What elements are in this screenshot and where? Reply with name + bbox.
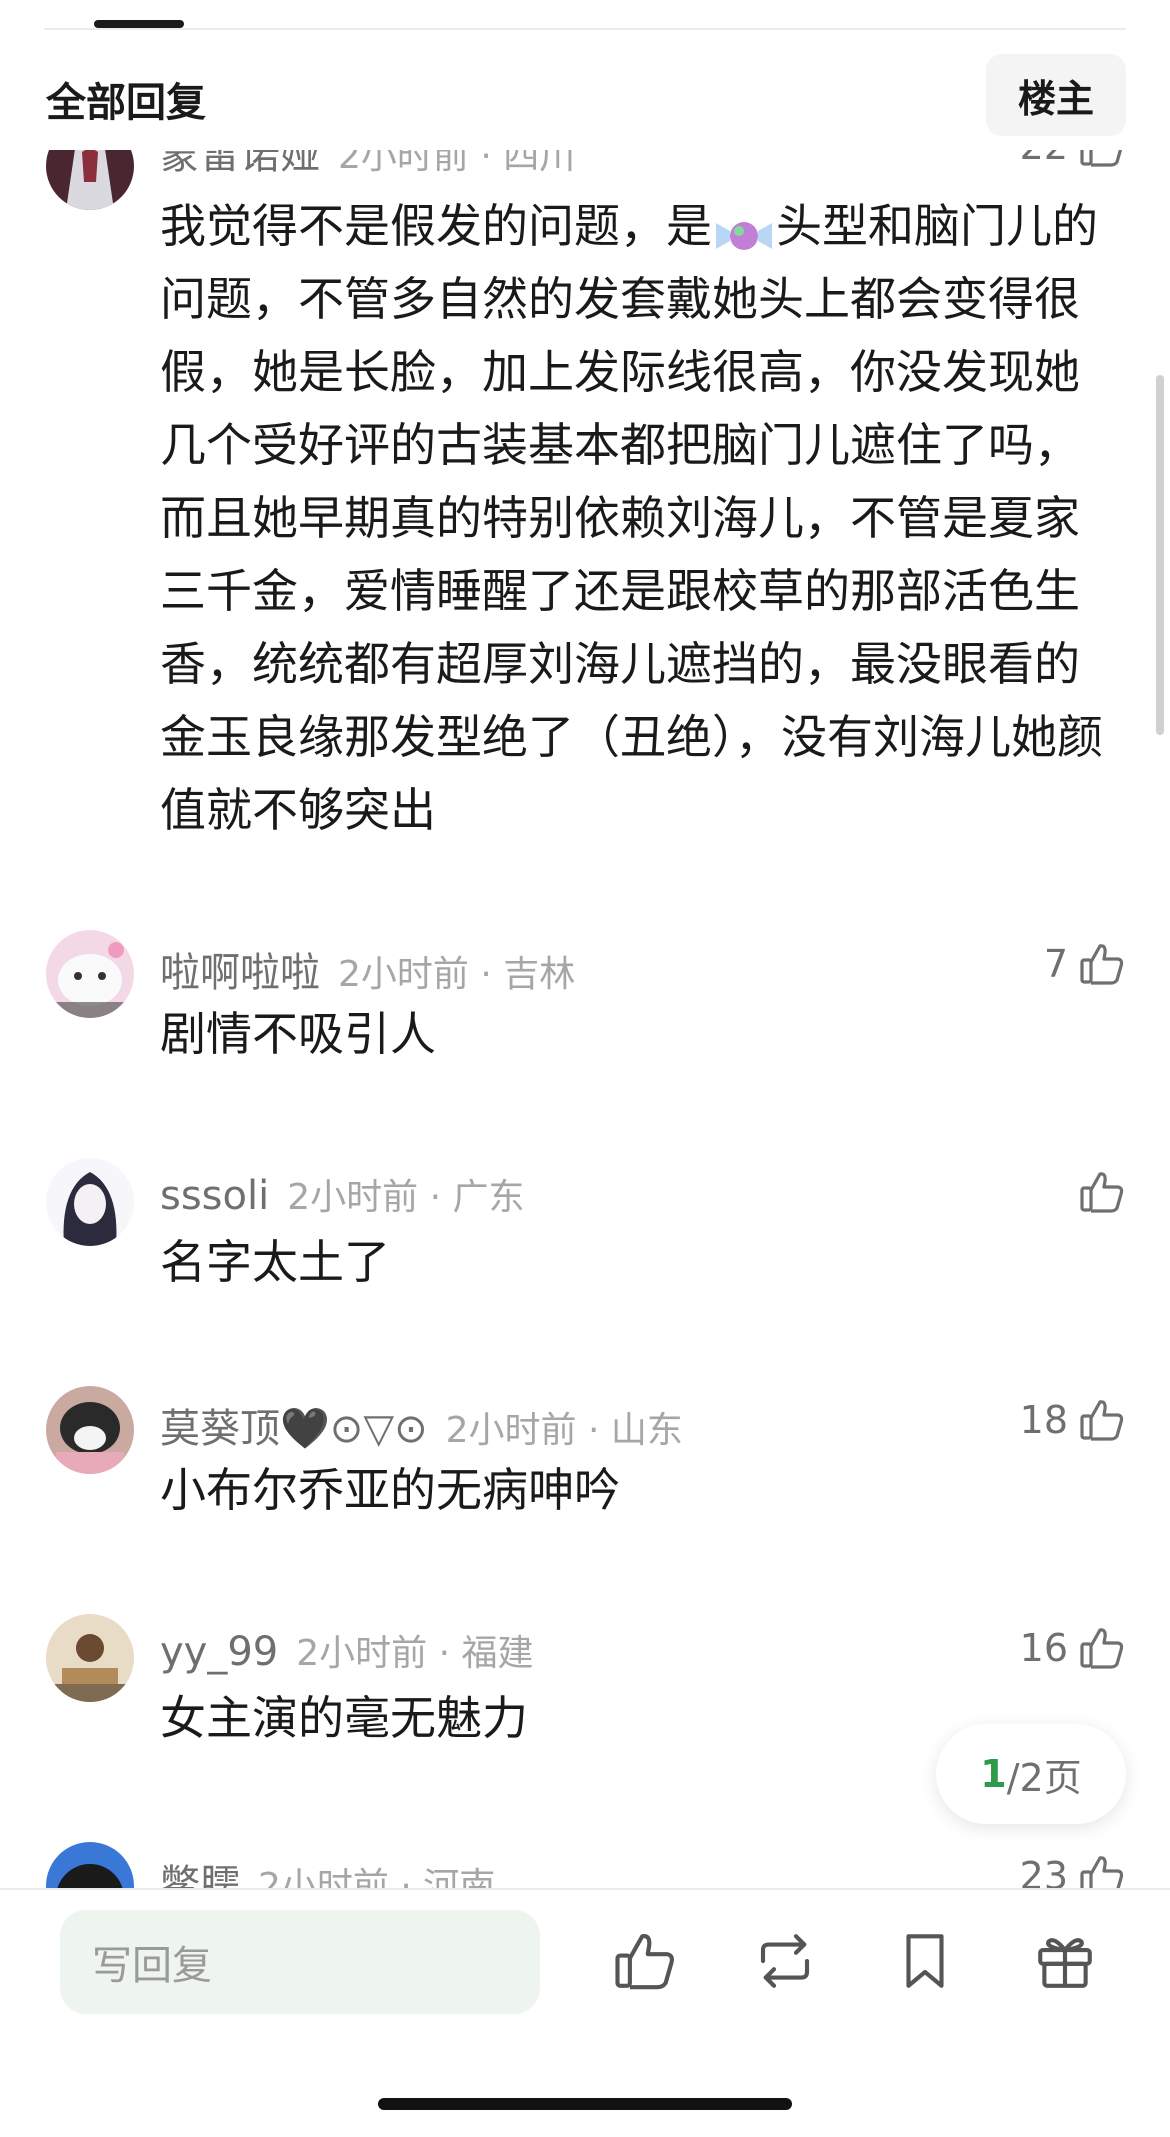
like-count: 23 — [1019, 1854, 1068, 1888]
scrollbar[interactable] — [1156, 375, 1164, 735]
comment-meta: 蒙雷诺娅 2小时前 · 四川 — [160, 150, 575, 178]
candy-icon — [714, 207, 774, 253]
gift-icon[interactable] — [1032, 1928, 1098, 1994]
thumbs-up-icon — [1080, 1172, 1124, 1213]
like-count: 16 — [1019, 1626, 1068, 1670]
reply-header: 全部回复 楼主 — [0, 40, 1170, 150]
current-page: 1 — [980, 1752, 1007, 1796]
username[interactable]: yy_99 — [160, 1629, 278, 1675]
comment-list[interactable]: 蒙雷诺娅 2小时前 · 四川 22 我觉得不是假发的问题，是 头型和脑门儿的问题… — [0, 150, 1170, 1888]
comment-time: 2小时前 · 山东 — [445, 1410, 683, 1451]
comment-text: 小布尔乔亚的无病呻吟 — [160, 1463, 620, 1517]
comment-text: 名字太土了 — [160, 1235, 390, 1289]
comment-meta: 莫葵顶🖤⊙▽⊙ 2小时前 · 山东 — [160, 1396, 683, 1452]
like-control[interactable] — [1068, 1162, 1126, 1222]
username[interactable]: 啦啊啦啦 — [160, 940, 320, 998]
username[interactable]: 蒙雷诺娅 — [160, 150, 320, 180]
like-control[interactable]: 18 — [1020, 1390, 1126, 1450]
like-control[interactable]: 23 — [1020, 1846, 1126, 1888]
like-count: 18 — [1019, 1398, 1068, 1442]
avatar[interactable] — [46, 150, 134, 210]
home-indicator — [378, 2098, 792, 2110]
like-count: 22 — [1020, 150, 1068, 168]
page-title: 全部回复 — [46, 80, 206, 126]
thumbs-up-icon — [1080, 150, 1123, 167]
thumbs-up-icon — [1080, 1856, 1124, 1888]
page-indicator-button[interactable]: 1/2页 — [936, 1724, 1126, 1824]
total-pages: /2页 — [1006, 1755, 1082, 1800]
comment-meta: yy_99 2小时前 · 福建 — [160, 1624, 534, 1675]
thumbs-up-icon[interactable] — [612, 1928, 678, 1994]
top-grabber — [94, 20, 184, 28]
username[interactable]: 莫葵顶🖤⊙▽⊙ — [160, 1396, 428, 1454]
comment-time: 2小时前 · 广东 — [287, 1177, 525, 1218]
avatar[interactable] — [46, 1158, 134, 1246]
avatar[interactable] — [46, 930, 134, 1018]
bookmark-icon[interactable] — [892, 1928, 958, 1994]
like-count: 7 — [1043, 942, 1068, 986]
op-only-button[interactable]: 楼主 — [986, 54, 1126, 136]
top-divider — [44, 28, 1126, 30]
comment-time: 2小时前 · 四川 — [338, 150, 576, 177]
like-control[interactable]: 16 — [1020, 1618, 1126, 1678]
like-control[interactable]: 7 — [1044, 934, 1126, 994]
thumbs-up-icon — [1080, 1400, 1124, 1441]
comment-time: 2小时前 · 福建 — [296, 1633, 534, 1674]
comment-time: 2小时前 · 河南 — [258, 1866, 496, 1888]
thumbs-up-icon — [1080, 944, 1124, 985]
comment-meta: 啦啊啦啦 2小时前 · 吉林 — [160, 940, 575, 996]
reply-input[interactable]: 写回复 — [60, 1910, 540, 2014]
username[interactable]: sssoli — [160, 1173, 269, 1219]
comment-meta: 鳖臑 2小时前 · 河南 — [160, 1852, 495, 1888]
like-control[interactable]: 22 — [1020, 150, 1126, 176]
avatar[interactable] — [46, 1614, 134, 1702]
comment-meta: sssoli 2小时前 · 广东 — [160, 1168, 525, 1219]
repost-icon[interactable] — [752, 1928, 818, 1994]
thumbs-up-icon — [1080, 1628, 1124, 1669]
comment-text: 剧情不吸引人 — [160, 1007, 436, 1061]
comment-time: 2小时前 · 吉林 — [338, 954, 576, 995]
avatar[interactable] — [46, 1842, 134, 1888]
comment-text: 我觉得不是假发的问题，是 头型和脑门儿的问题，不管多自然的发套戴她头上都会变得很… — [160, 199, 1103, 837]
username[interactable]: 鳖臑 — [160, 1852, 240, 1888]
avatar[interactable] — [46, 1386, 134, 1474]
